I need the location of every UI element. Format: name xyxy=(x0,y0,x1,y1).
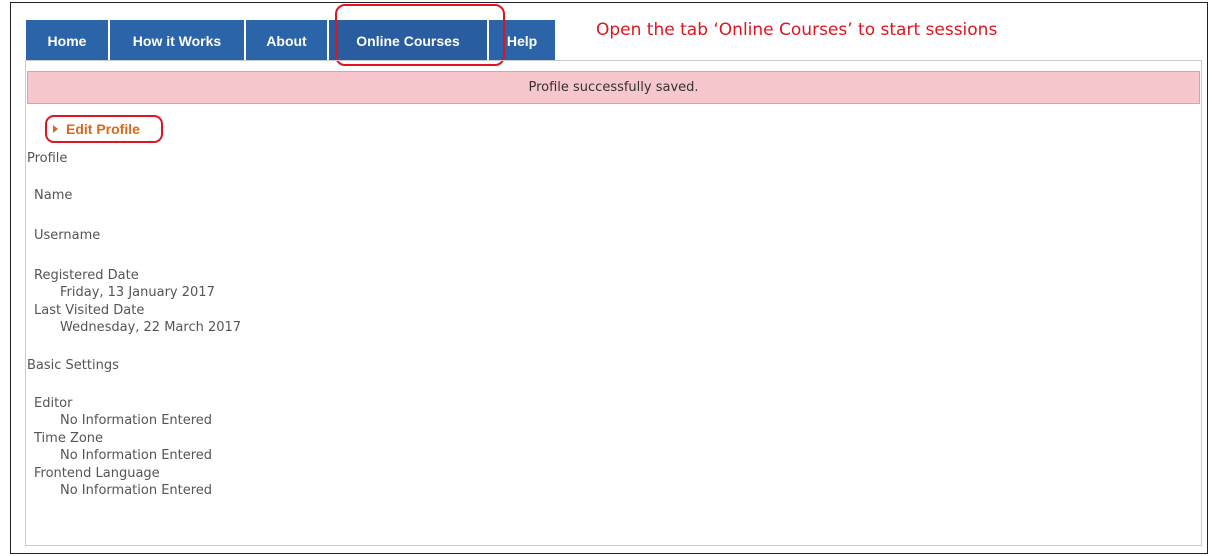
edit-profile-link[interactable]: Edit Profile xyxy=(45,115,163,143)
name-label: Name xyxy=(34,188,73,203)
edit-profile-label: Edit Profile xyxy=(66,121,140,137)
editor-value: No Information Entered xyxy=(60,413,213,428)
online-courses-highlight xyxy=(335,4,505,66)
language-value: No Information Entered xyxy=(60,483,213,498)
last-visited-value: Wednesday, 22 March 2017 xyxy=(60,320,242,335)
last-visited-label: Last Visited Date xyxy=(34,303,145,318)
username-label: Username xyxy=(34,228,101,243)
registered-date-label: Registered Date xyxy=(34,268,139,283)
profile-heading: Profile xyxy=(27,151,68,166)
instruction-annotation: Open the tab ‘Online Courses’ to start s… xyxy=(596,20,998,40)
timezone-label: Time Zone xyxy=(34,431,104,446)
registered-date-value: Friday, 13 January 2017 xyxy=(60,285,215,300)
tab-about[interactable]: About xyxy=(246,20,329,61)
tab-how-it-works[interactable]: How it Works xyxy=(110,20,246,61)
tab-home[interactable]: Home xyxy=(26,20,110,61)
timezone-value: No Information Entered xyxy=(60,448,213,463)
basic-settings-heading: Basic Settings xyxy=(27,358,119,373)
language-label: Frontend Language xyxy=(34,466,160,481)
success-alert: Profile successfully saved. xyxy=(27,71,1200,104)
profile-panel: Profile successfully saved. Edit Profile xyxy=(25,60,1202,546)
caret-right-icon xyxy=(53,125,58,133)
editor-label: Editor xyxy=(34,396,73,411)
